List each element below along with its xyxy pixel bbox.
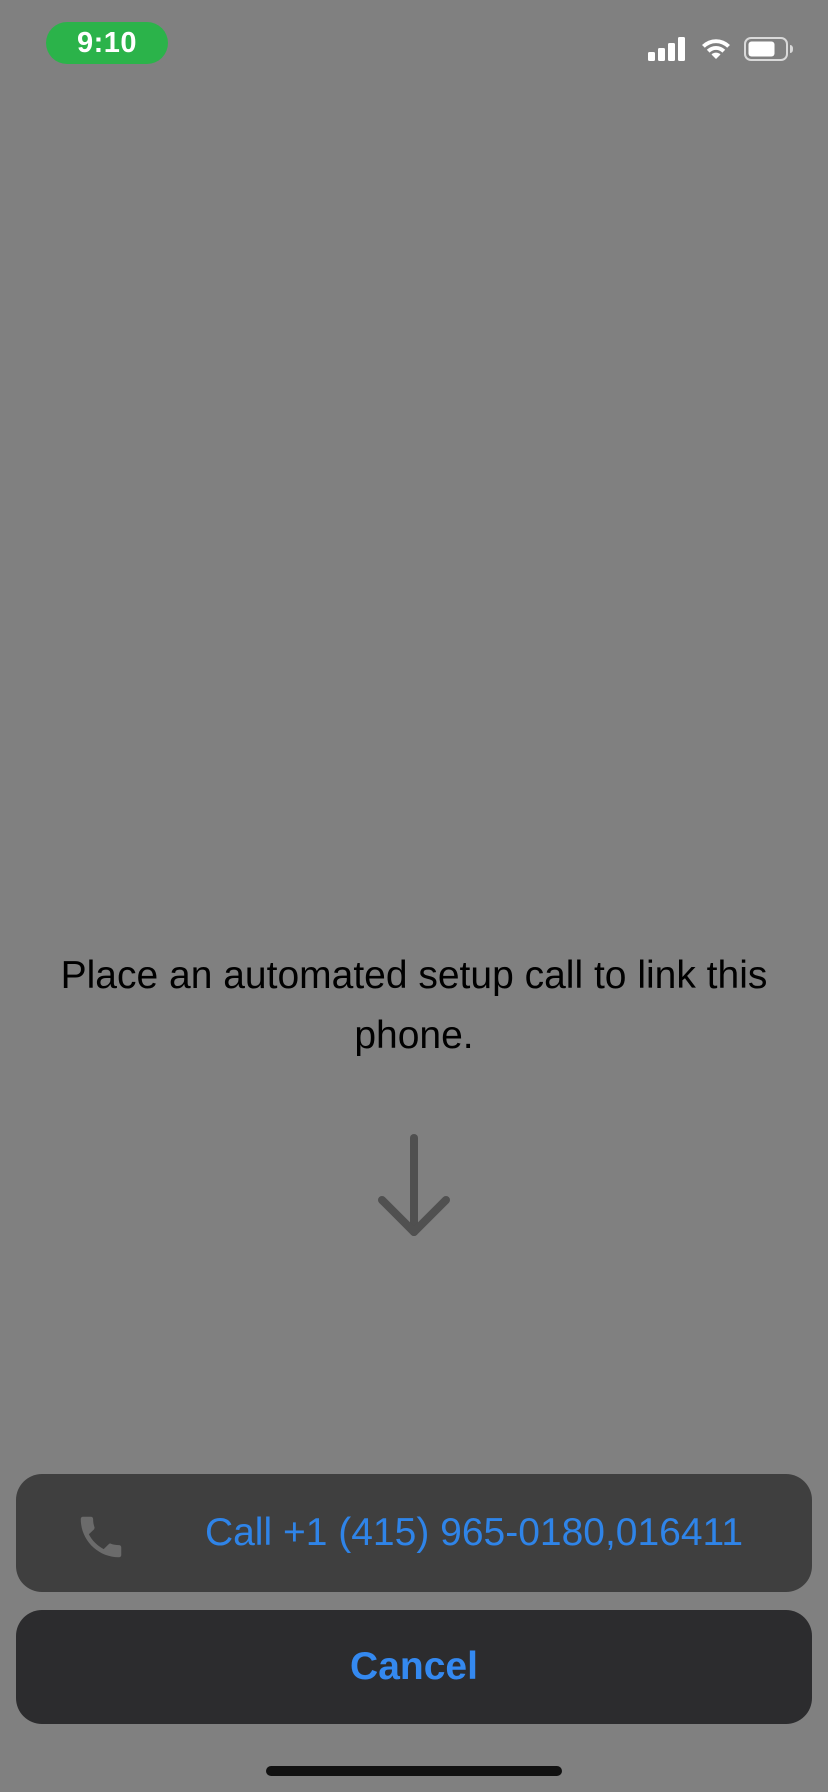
wifi-icon [702, 39, 730, 59]
cancel-button[interactable]: Cancel [16, 1610, 812, 1724]
call-button-label: Call +1 (415) 965-0180,016411 [204, 1511, 744, 1554]
phone-icon [80, 1516, 122, 1558]
cellular-signal-icon [648, 37, 685, 61]
setup-call-message: Place an automated setup call to link th… [60, 954, 768, 1057]
call-button[interactable]: Call +1 (415) 965-0180,016411 [16, 1474, 812, 1592]
arrow-down-icon [374, 1134, 454, 1240]
battery-icon [744, 37, 793, 61]
status-time[interactable]: 9:10 [46, 22, 168, 64]
home-indicator[interactable] [266, 1766, 562, 1776]
status-icons [648, 36, 794, 62]
status-bar: 9:10 [0, 0, 828, 90]
